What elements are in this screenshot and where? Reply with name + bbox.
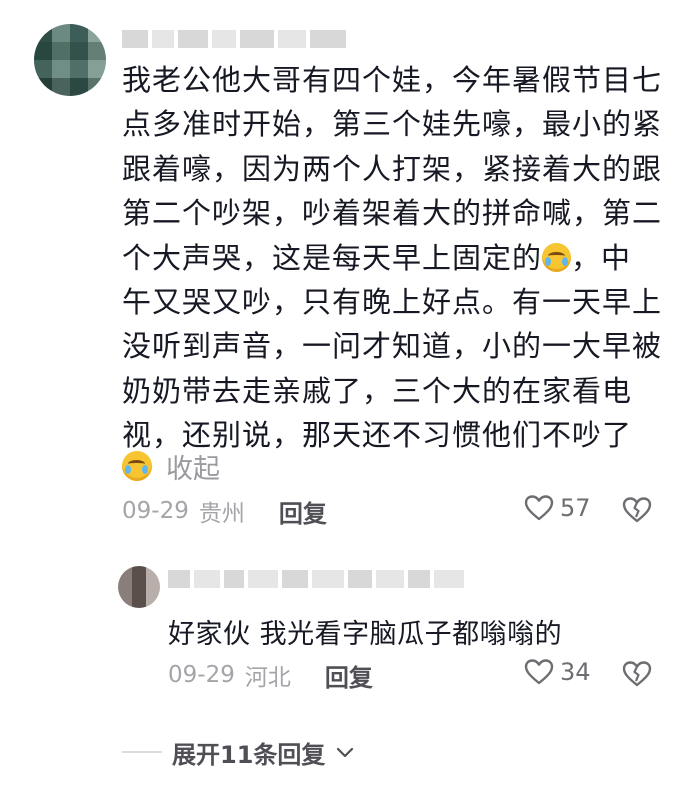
- expand-replies-button[interactable]: 展开11条回复: [122, 736, 355, 769]
- replier-avatar[interactable]: [118, 566, 160, 608]
- broken-heart-outline-icon: [622, 497, 652, 523]
- replier-name-blurred[interactable]: [168, 570, 464, 588]
- commenter-avatar[interactable]: [34, 24, 106, 96]
- comment-body: 我老公他大哥有四个娃，今年暑假节目七 点多准时开始，第三个娃先嚎，最小的紧 跟着嚎，…: [122, 58, 662, 458]
- heart-outline-icon: [524, 495, 554, 521]
- comment-line: 跟着嚎，因为两个人打架，紧接着大的跟: [122, 151, 663, 186]
- collapse-button[interactable]: 收起: [166, 447, 220, 486]
- reply-location: 河北: [244, 665, 291, 691]
- reply-reply-button[interactable]: 回复: [325, 658, 373, 693]
- reply-body: 好家伙 我光看字脑瓜子都嗡嗡的: [168, 619, 563, 650]
- comment-line: ，中: [571, 240, 632, 275]
- broken-heart-outline-icon: [622, 661, 652, 687]
- comment-line: 点多准时开始，第三个娃先嚎，最小的紧: [122, 107, 663, 142]
- like-count: 57: [560, 494, 591, 522]
- comment-line: 午又哭又吵，只有晚上好点。有一天早上: [122, 285, 663, 320]
- comment-location: 贵州: [198, 501, 245, 527]
- chevron-down-icon: [337, 747, 354, 758]
- crying-laughing-emoji-icon: [542, 242, 572, 272]
- reply-button[interactable]: 回复: [279, 494, 327, 529]
- collapse-row: 收起: [122, 447, 220, 486]
- crying-laughing-emoji-icon: [122, 451, 152, 481]
- comment-line: 没听到声音，一问才知道，小的一大早被: [122, 329, 663, 364]
- comment-date: 09-29: [122, 498, 189, 524]
- comment-line: 我老公他大哥有四个娃，今年暑假节目七: [122, 63, 663, 97]
- heart-outline-icon: [524, 659, 554, 685]
- expand-divider: [122, 751, 162, 753]
- reply-date: 09-29: [168, 662, 235, 688]
- like-button[interactable]: 57: [524, 494, 591, 522]
- comment-line: 第二个吵架，吵着架着大的拼命喊，第二: [122, 196, 663, 231]
- expand-replies-label: 展开11条回复: [172, 740, 326, 769]
- comment-meta: 09-29 贵州 回复: [122, 494, 327, 528]
- comment-line: 个大声哭，这是每天早上固定的: [122, 240, 543, 275]
- dislike-button[interactable]: [622, 496, 652, 528]
- commenter-name-blurred[interactable]: [122, 30, 346, 48]
- reply-like-count: 34: [560, 658, 591, 686]
- reply-dislike-button[interactable]: [622, 660, 652, 692]
- comment-line: 奶奶带去走亲戚了，三个大的在家看电: [122, 373, 633, 408]
- reply-meta: 09-29 河北 回复: [168, 658, 373, 692]
- reply-like-button[interactable]: 34: [524, 658, 591, 686]
